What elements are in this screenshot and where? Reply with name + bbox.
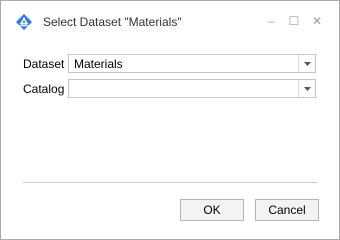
footer-separator xyxy=(23,182,317,183)
dialog-window: Select Dataset "Materials" – ☐ ✕ Dataset… xyxy=(0,0,340,240)
maximize-icon: ☐ xyxy=(288,14,300,28)
chevron-down-icon xyxy=(303,86,311,91)
close-button[interactable]: ✕ xyxy=(309,13,325,29)
maximize-button[interactable]: ☐ xyxy=(286,13,302,29)
catalog-dropdown[interactable] xyxy=(68,79,316,98)
dataset-dropdown-button[interactable] xyxy=(298,55,315,72)
cancel-button[interactable]: Cancel xyxy=(255,199,319,221)
dataset-label: Dataset xyxy=(23,57,65,71)
title-bar[interactable]: Select Dataset "Materials" – ☐ ✕ xyxy=(1,1,339,37)
minimize-icon: – xyxy=(267,14,275,28)
close-icon: ✕ xyxy=(311,14,323,28)
dataset-value: Materials xyxy=(74,57,123,71)
chevron-down-icon xyxy=(303,61,311,66)
window-title: Select Dataset "Materials" xyxy=(43,15,182,29)
ok-button[interactable]: OK xyxy=(180,199,244,221)
dataset-dropdown[interactable]: Materials xyxy=(68,54,316,73)
catalog-dropdown-button[interactable] xyxy=(298,80,315,97)
minimize-button[interactable]: – xyxy=(263,13,279,29)
app-logo-icon xyxy=(16,14,32,30)
catalog-label: Catalog xyxy=(23,82,65,96)
